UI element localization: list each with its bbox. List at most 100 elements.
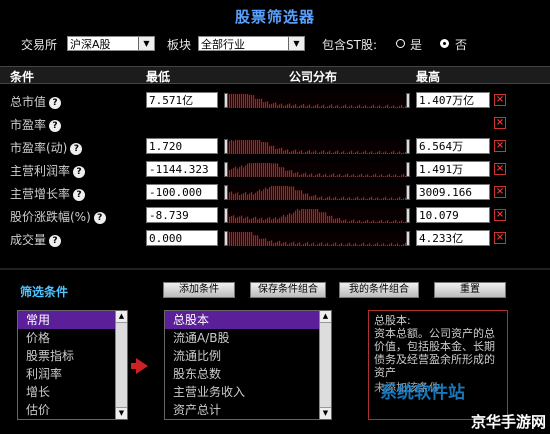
- field-item[interactable]: 流通A/B股: [165, 329, 331, 347]
- max-input[interactable]: 6.564万: [416, 138, 490, 154]
- sector-select[interactable]: 全部行业 ▼: [198, 36, 305, 51]
- min-slider-handle[interactable]: [224, 139, 228, 154]
- remove-condition-button[interactable]: ×: [494, 94, 506, 106]
- category-scrollbar[interactable]: ▲ ▼: [115, 311, 127, 419]
- sector-label: 板块: [167, 38, 192, 52]
- exchange-select[interactable]: 沪深A股 ▼: [67, 36, 155, 51]
- max-input[interactable]: 4.233亿: [416, 230, 490, 246]
- min-slider-handle[interactable]: [224, 208, 228, 223]
- field-item[interactable]: 股东总数: [165, 365, 331, 383]
- histogram-bar: [325, 243, 327, 246]
- histogram-bar: [393, 220, 395, 223]
- help-icon[interactable]: ?: [49, 120, 62, 132]
- min-slider-handle[interactable]: [224, 231, 228, 246]
- remove-condition-button[interactable]: ×: [494, 186, 506, 198]
- histogram-bar: [387, 104, 389, 108]
- min-input[interactable]: 0.000: [146, 230, 218, 246]
- help-icon[interactable]: ?: [73, 189, 86, 201]
- remove-condition-button[interactable]: ×: [494, 117, 506, 129]
- st-yes-radio[interactable]: [396, 39, 405, 48]
- scroll-down-icon[interactable]: ▼: [320, 407, 331, 419]
- max-slider-handle[interactable]: [406, 208, 410, 223]
- my-combo-button[interactable]: 我的条件组合: [339, 282, 419, 298]
- histogram-bar: [279, 240, 281, 246]
- min-slider-handle[interactable]: [224, 162, 228, 177]
- category-item[interactable]: 股票指标: [18, 347, 127, 365]
- min-input[interactable]: 7.571亿: [146, 92, 218, 108]
- field-item[interactable]: 总股本: [165, 311, 331, 329]
- field-item[interactable]: 流通比例: [165, 347, 331, 365]
- category-item[interactable]: 价格: [18, 329, 127, 347]
- histogram-bar: [277, 105, 279, 108]
- max-slider-handle[interactable]: [406, 93, 410, 108]
- st-no-radio[interactable]: [440, 39, 449, 48]
- histogram-bar: [299, 242, 301, 246]
- min-input[interactable]: 1.720: [146, 138, 218, 154]
- category-item[interactable]: 增长: [18, 383, 127, 401]
- histogram-bar: [291, 106, 293, 108]
- max-input[interactable]: 1.407万亿: [416, 92, 490, 108]
- max-slider-handle[interactable]: [406, 139, 410, 154]
- remove-condition-button[interactable]: ×: [494, 209, 506, 221]
- field-item[interactable]: 负债合计: [165, 419, 331, 420]
- reset-button[interactable]: 重置: [434, 282, 506, 298]
- histogram-bar: [339, 217, 341, 223]
- category-item[interactable]: 常用: [18, 311, 127, 329]
- field-list[interactable]: 总股本流通A/B股流通比例股东总数主营业务收入资产总计负债合计 ▲ ▼: [164, 310, 332, 420]
- distribution-slider[interactable]: [224, 208, 410, 223]
- histogram-bar: [383, 176, 385, 177]
- add-condition-button[interactable]: 添加条件: [163, 282, 235, 298]
- chevron-down-icon[interactable]: ▼: [138, 37, 154, 50]
- min-input[interactable]: -100.000: [146, 184, 218, 200]
- distribution-slider[interactable]: [224, 231, 410, 246]
- remove-condition-button[interactable]: ×: [494, 232, 506, 244]
- max-input[interactable]: 10.079: [416, 207, 490, 223]
- chevron-down-icon[interactable]: ▼: [288, 37, 304, 50]
- scroll-up-icon[interactable]: ▲: [116, 311, 127, 323]
- scroll-up-icon[interactable]: ▲: [320, 311, 331, 323]
- histogram-bar: [319, 173, 321, 177]
- histogram-bar: [275, 102, 277, 108]
- max-slider-handle[interactable]: [406, 162, 410, 177]
- scroll-down-icon[interactable]: ▼: [116, 407, 127, 419]
- max-slider-handle[interactable]: [406, 231, 410, 246]
- help-icon[interactable]: ?: [93, 212, 106, 224]
- distribution-slider[interactable]: [224, 139, 410, 154]
- remove-condition-button[interactable]: ×: [494, 140, 506, 152]
- histogram-bar: [395, 198, 397, 200]
- filter-heading: 筛选条件: [20, 285, 69, 299]
- histogram-bar: [229, 170, 231, 177]
- close-icon: ×: [495, 209, 505, 220]
- max-input[interactable]: 1.491万: [416, 161, 490, 177]
- save-combo-button[interactable]: 保存条件组合: [250, 282, 326, 298]
- help-icon[interactable]: ?: [49, 97, 62, 109]
- help-icon[interactable]: ?: [49, 235, 62, 247]
- min-slider-handle[interactable]: [224, 185, 228, 200]
- histogram-bar: [363, 242, 365, 246]
- histogram-bar: [391, 197, 393, 200]
- histogram-bar: [247, 94, 249, 108]
- distribution-slider[interactable]: [224, 185, 410, 200]
- histogram-bar: [297, 106, 299, 108]
- max-slider-handle[interactable]: [406, 185, 410, 200]
- category-item[interactable]: 估价: [18, 401, 127, 419]
- max-input[interactable]: 3009.166: [416, 184, 490, 200]
- category-item[interactable]: 利润率: [18, 365, 127, 383]
- field-item[interactable]: 主营业务收入: [165, 383, 331, 401]
- distribution-slider[interactable]: [224, 93, 410, 108]
- distribution-slider[interactable]: [224, 162, 410, 177]
- histogram-bar: [235, 94, 237, 108]
- min-slider-handle[interactable]: [224, 93, 228, 108]
- field-scrollbar[interactable]: ▲ ▼: [319, 311, 331, 419]
- min-input[interactable]: -1144.323: [146, 161, 218, 177]
- help-icon[interactable]: ?: [73, 166, 86, 178]
- category-list[interactable]: 常用 价格 股票指标 利润率 增长 估价 ▲ ▼: [17, 310, 128, 420]
- field-item[interactable]: 资产总计: [165, 401, 331, 419]
- help-icon[interactable]: ?: [70, 143, 83, 155]
- condition-label: 市盈率?: [10, 116, 62, 133]
- histogram-bar: [295, 190, 297, 200]
- histogram-bar: [397, 152, 399, 154]
- remove-condition-button[interactable]: ×: [494, 163, 506, 175]
- min-input[interactable]: -8.739: [146, 207, 218, 223]
- histogram-bar: [237, 217, 239, 223]
